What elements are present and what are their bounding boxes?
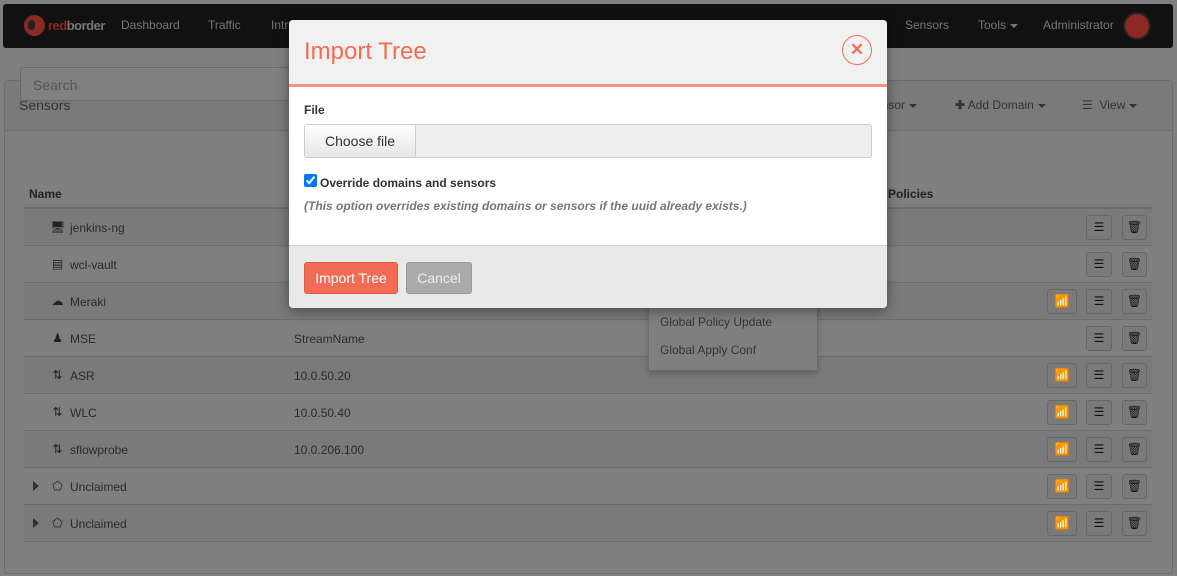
override-label[interactable]: Override domains and sensors — [320, 176, 496, 190]
wifi-icon[interactable]: 📶 — [1047, 511, 1077, 536]
trash-icon[interactable]: 🗑 — [1122, 511, 1147, 536]
list-icon[interactable]: ☰ — [1086, 437, 1112, 462]
avatar[interactable] — [1123, 12, 1151, 40]
wifi-icon[interactable]: 📶 — [1047, 437, 1077, 462]
column-policies: Policies — [888, 187, 934, 201]
nav-intrusion[interactable]: Intr — [271, 18, 288, 32]
wifi-icon[interactable]: 📶 — [1047, 363, 1077, 388]
flow-icon: ⇅ — [52, 405, 63, 419]
table-row[interactable]: ⇅ WLC 10.0.50.40 📶 ☰ 🗑 — [24, 394, 1152, 431]
list-icon[interactable]: ☰ — [1086, 400, 1112, 425]
trash-icon[interactable]: 🗑 — [1122, 363, 1147, 388]
person-icon: ♟ — [52, 331, 63, 345]
expand-icon[interactable] — [33, 518, 39, 528]
trash-icon[interactable]: 🗑 — [1122, 215, 1147, 240]
dropdown-menu: Global Policy Update Global Apply Conf — [648, 300, 818, 371]
redborder-logo[interactable]: redborder — [24, 15, 105, 36]
caret-down-icon — [1037, 103, 1046, 108]
meraki-icon: ☁ — [51, 294, 64, 308]
sensor-name[interactable]: jenkins-ng — [70, 221, 125, 235]
caret-down-icon — [909, 103, 918, 108]
menu-global-policy-update[interactable]: Global Policy Update — [660, 315, 772, 329]
sensor-name[interactable]: ASR — [70, 369, 95, 383]
add-domain-button[interactable]: ✚ Add Domain — [955, 98, 1046, 112]
override-note: (This option overrides existing domains … — [304, 199, 747, 213]
caret-down-icon — [1129, 103, 1138, 108]
sensor-name[interactable]: Unclaimed — [70, 480, 127, 494]
nav-tools[interactable]: Tools — [978, 18, 1019, 32]
monitor-icon: 🖥 — [50, 220, 66, 234]
nav-sensors[interactable]: Sensors — [905, 18, 949, 32]
flow-icon: ⇅ — [52, 368, 63, 382]
nav-user[interactable]: Administrator — [1043, 18, 1114, 32]
table-row[interactable]: ⬠ Unclaimed 📶 ☰ 🗑 — [24, 468, 1152, 505]
plus-icon: ✚ — [955, 98, 966, 112]
wifi-icon[interactable]: 📶 — [1047, 400, 1077, 425]
table-row[interactable]: ⇅ ASR 10.0.50.20 📶 ☰ 🗑 — [24, 357, 1152, 394]
list-icon[interactable]: ☰ — [1086, 215, 1112, 240]
nav-traffic[interactable]: Traffic — [208, 18, 241, 32]
network-icon: ⬠ — [52, 516, 63, 530]
file-label: File — [304, 103, 325, 117]
flow-icon: ⇅ — [52, 442, 63, 456]
nav-dashboard[interactable]: Dashboard — [121, 18, 180, 32]
trash-icon[interactable]: 🗑 — [1122, 326, 1147, 351]
sensor-name[interactable]: sflowprobe — [70, 443, 128, 457]
network-icon: ⬠ — [52, 479, 63, 493]
cancel-button[interactable]: Cancel — [406, 262, 472, 294]
trash-icon[interactable]: 🗑 — [1122, 252, 1147, 277]
sensor-name[interactable]: wcl-vault — [70, 258, 117, 272]
list-icon[interactable]: ☰ — [1086, 474, 1112, 499]
sensor-name[interactable]: WLC — [70, 406, 97, 420]
trash-icon[interactable]: 🗑 — [1122, 474, 1147, 499]
import-tree-button[interactable]: Import Tree — [304, 262, 398, 294]
list-icon[interactable]: ☰ — [1086, 326, 1112, 351]
override-checkbox[interactable] — [304, 174, 317, 187]
list-icon[interactable]: ☰ — [1086, 363, 1112, 388]
close-icon[interactable]: ✕ — [842, 35, 872, 65]
list-icon: ☰ — [1082, 98, 1093, 112]
sensor-name[interactable]: Meraki — [70, 295, 106, 309]
menu-global-apply-conf[interactable]: Global Apply Conf — [660, 343, 756, 357]
trash-icon[interactable]: 🗑 — [1122, 437, 1147, 462]
choose-file-button[interactable]: Choose file — [305, 125, 416, 157]
table-row[interactable]: ⬠ Unclaimed 📶 ☰ 🗑 — [24, 505, 1152, 542]
sensor-ip: 10.0.206.100 — [294, 443, 365, 457]
trash-icon[interactable]: 🗑 — [1122, 289, 1147, 314]
file-input[interactable]: Choose file — [304, 124, 872, 158]
list-icon[interactable]: ☰ — [1086, 289, 1112, 314]
import-tree-modal: Import Tree ✕ File Choose file Override … — [289, 20, 887, 308]
caret-down-icon — [1010, 23, 1019, 28]
table-row[interactable]: ♟ MSE StreamName ☰ 🗑 — [24, 320, 1152, 357]
sensor-ip: 10.0.50.20 — [294, 369, 351, 383]
search-input[interactable]: Search — [20, 67, 300, 101]
trash-icon[interactable]: 🗑 — [1122, 400, 1147, 425]
column-name: Name — [29, 187, 62, 201]
expand-icon[interactable] — [33, 481, 39, 491]
sensor-name[interactable]: MSE — [70, 332, 96, 346]
wifi-icon[interactable]: 📶 — [1047, 474, 1077, 499]
logo-icon — [24, 15, 45, 36]
sensor-ip: 10.0.50.40 — [294, 406, 351, 420]
table-row[interactable]: ⇅ sflowprobe 10.0.206.100 📶 ☰ 🗑 — [24, 431, 1152, 468]
server-icon: ▤ — [51, 257, 64, 271]
modal-title: Import Tree — [304, 38, 427, 65]
wifi-icon[interactable]: 📶 — [1047, 289, 1077, 314]
sensor-ip: StreamName — [294, 332, 365, 346]
view-button[interactable]: ☰ View — [1082, 98, 1138, 112]
list-icon[interactable]: ☰ — [1086, 252, 1112, 277]
sensor-name[interactable]: Unclaimed — [70, 517, 127, 531]
list-icon[interactable]: ☰ — [1086, 511, 1112, 536]
